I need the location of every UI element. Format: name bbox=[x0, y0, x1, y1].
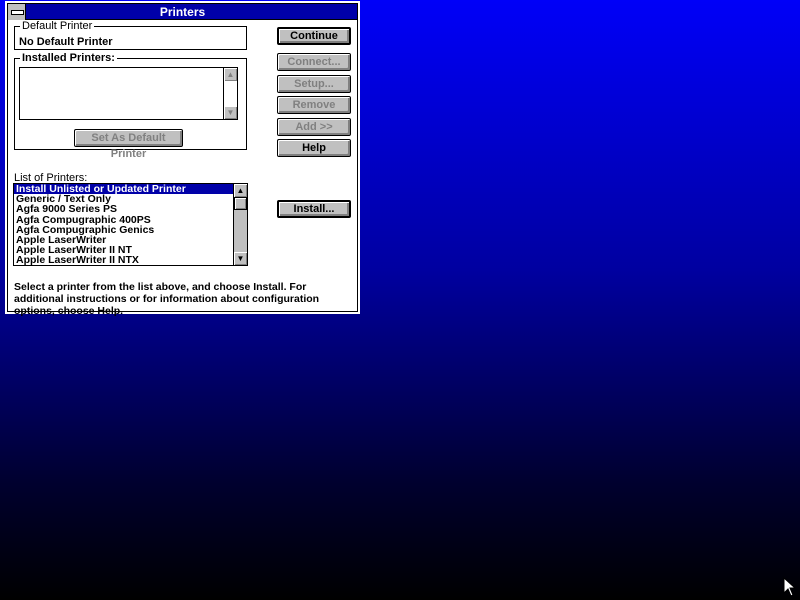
installed-printers-list[interactable]: ▲ ▼ bbox=[19, 67, 238, 120]
printers-dialog: Printers Default Printer No Default Prin… bbox=[5, 1, 360, 317]
add-button[interactable]: Add >> bbox=[277, 118, 351, 136]
setup-button[interactable]: Setup... bbox=[277, 75, 351, 93]
printer-list-item[interactable]: Apple LaserWriter II NTX bbox=[14, 255, 247, 266]
help-button[interactable]: Help bbox=[277, 139, 351, 157]
list-scrollbar[interactable]: ▲ ▼ bbox=[233, 184, 247, 265]
default-printer-group: Default Printer No Default Printer bbox=[14, 20, 247, 50]
list-of-printers[interactable]: Install Unlisted or Updated Printer Gener… bbox=[13, 183, 248, 266]
mouse-cursor-icon bbox=[783, 576, 797, 600]
scroll-up-icon[interactable]: ▲ bbox=[224, 68, 237, 81]
default-printer-value: No Default Printer bbox=[19, 36, 113, 48]
install-button[interactable]: Install... bbox=[277, 200, 351, 218]
remove-button[interactable]: Remove bbox=[277, 96, 351, 114]
scroll-down-icon[interactable]: ▼ bbox=[234, 252, 247, 265]
installed-printers-label: Installed Printers: bbox=[20, 52, 117, 64]
continue-button[interactable]: Continue bbox=[277, 27, 351, 45]
connect-button[interactable]: Connect... bbox=[277, 53, 351, 71]
scroll-down-icon[interactable]: ▼ bbox=[224, 106, 237, 119]
set-default-printer-button[interactable]: Set As Default Printer bbox=[74, 129, 183, 160]
system-menu-button[interactable] bbox=[8, 4, 26, 20]
scroll-up-icon[interactable]: ▲ bbox=[234, 184, 247, 197]
installed-printers-group: Installed Printers: ▲ ▼ Set As Default P… bbox=[14, 52, 247, 160]
scroll-thumb[interactable] bbox=[234, 197, 247, 210]
installed-scrollbar[interactable]: ▲ ▼ bbox=[223, 68, 237, 119]
default-printer-label: Default Printer bbox=[20, 20, 95, 32]
title-bar[interactable]: Printers bbox=[8, 4, 357, 20]
window-title: Printers bbox=[159, 5, 206, 19]
instructions-text: Select a printer from the list above, an… bbox=[14, 281, 320, 317]
